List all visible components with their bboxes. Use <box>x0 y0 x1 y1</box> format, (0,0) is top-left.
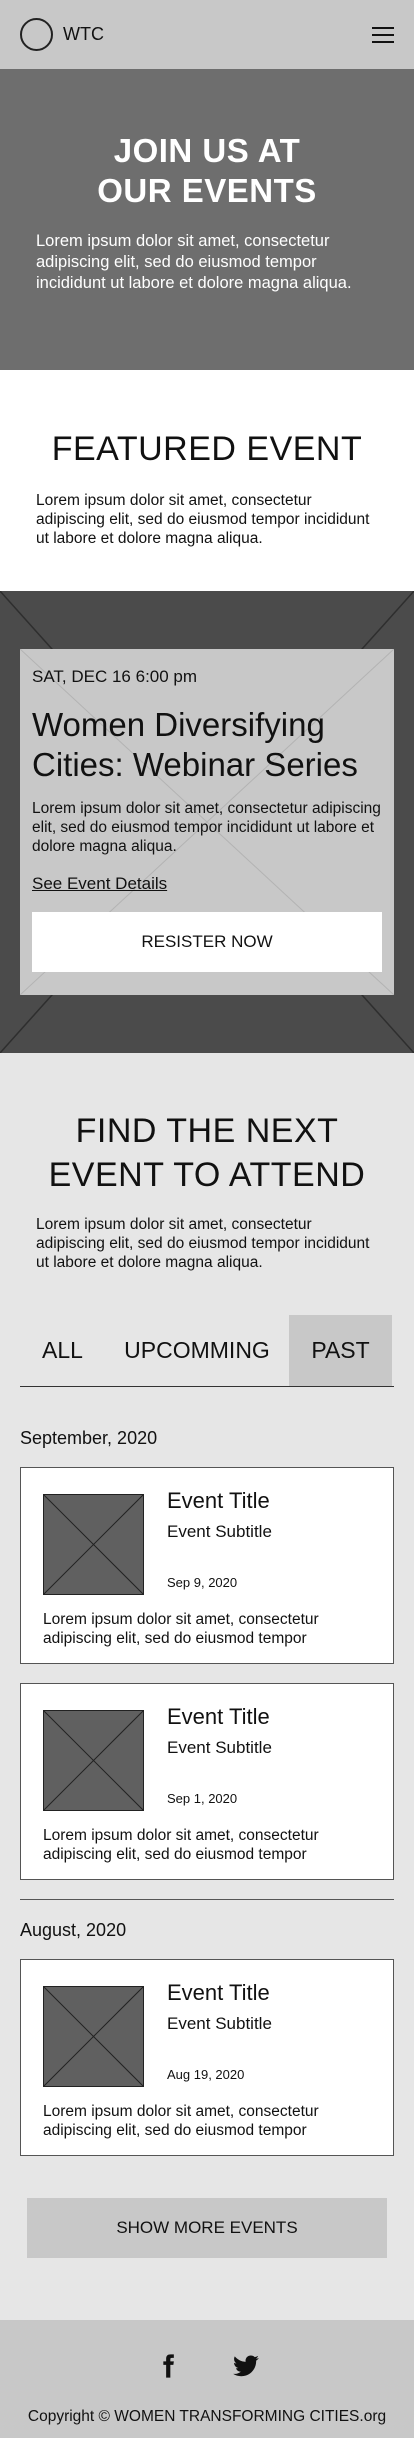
featured-event-card: SAT, DEC 16 6:00 pm Women Diversifying C… <box>20 649 394 995</box>
event-title: Event Title <box>167 1704 270 1729</box>
logo[interactable]: WTC <box>20 18 104 51</box>
find-event-intro: Lorem ipsum dolor sit amet, consectetur … <box>36 1216 370 1271</box>
tab-upcoming[interactable]: UPCOMMING <box>105 1315 289 1386</box>
event-description: Lorem ipsum dolor sit amet, consectetur … <box>43 2103 319 2139</box>
facebook-icon[interactable] <box>154 2352 182 2380</box>
event-date: Sep 9, 2020 <box>167 1575 238 1590</box>
hero-title-line2: OUR EVENTS <box>97 172 317 209</box>
hamburger-menu-icon[interactable] <box>372 26 394 43</box>
hero-title-line1: JOIN US AT <box>113 132 301 169</box>
hero-title: JOIN US AT OUR EVENTS <box>36 131 378 211</box>
featured-intro: Lorem ipsum dolor sit amet, consectetur … <box>36 492 370 547</box>
event-subtitle: Event Subtitle <box>167 1522 272 1541</box>
site-header: WTC <box>0 0 414 69</box>
month-heading: September, 2020 <box>20 1428 158 1448</box>
event-image-placeholder <box>43 1986 144 2087</box>
event-image-placeholder <box>43 1494 144 1595</box>
find-heading-line1: FIND THE NEXT <box>75 1112 339 1150</box>
month-divider <box>20 1899 394 1900</box>
find-heading-line2: EVENT TO ATTEND <box>48 1156 366 1194</box>
image-placeholder-icon <box>44 1987 143 2086</box>
featured-event-band: SAT, DEC 16 6:00 pm Women Diversifying C… <box>0 591 414 1053</box>
event-filter-tabs: ALL UPCOMMING PAST <box>20 1315 394 1387</box>
event-subtitle: Event Subtitle <box>167 1738 272 1757</box>
find-event-heading: FIND THE NEXT EVENT TO ATTEND <box>36 1109 378 1197</box>
hero-text: Lorem ipsum dolor sit amet, consectetur … <box>36 232 352 292</box>
copyright-text: Copyright © WOMEN TRANSFORMING CITIES.or… <box>27 2408 387 2425</box>
see-event-details-link[interactable]: See Event Details <box>32 874 167 894</box>
event-image-placeholder <box>43 1710 144 1811</box>
image-placeholder-icon <box>44 1495 143 1594</box>
event-description: Lorem ipsum dolor sit amet, consectetur … <box>43 1611 319 1647</box>
show-more-events-button[interactable]: SHOW MORE EVENTS <box>27 2198 387 2258</box>
event-description: Lorem ipsum dolor sit amet, consectetur … <box>43 1827 319 1863</box>
menu-bar <box>372 40 394 43</box>
featured-heading: FEATURED EVENT <box>51 430 363 468</box>
social-links <box>0 2352 414 2380</box>
find-event-section: FIND THE NEXT EVENT TO ATTEND Lorem ipsu… <box>0 1053 414 1313</box>
circle-logo-icon <box>20 18 53 51</box>
featured-event-date: SAT, DEC 16 6:00 pm <box>32 667 198 686</box>
image-placeholder-icon <box>44 1711 143 1810</box>
menu-bar <box>372 26 394 29</box>
event-title: Event Title <box>167 1980 270 2005</box>
hero-section: JOIN US AT OUR EVENTS Lorem ipsum dolor … <box>0 69 414 370</box>
event-title: Event Title <box>167 1488 270 1513</box>
event-card[interactable]: Event Title Event Subtitle Sep 9, 2020 L… <box>20 1467 394 1664</box>
month-heading: August, 2020 <box>20 1920 127 1940</box>
event-card[interactable]: Event Title Event Subtitle Sep 1, 2020 L… <box>20 1683 394 1880</box>
featured-heading-section: FEATURED EVENT Lorem ipsum dolor sit ame… <box>0 370 414 591</box>
event-subtitle: Event Subtitle <box>167 2014 272 2033</box>
tab-all[interactable]: ALL <box>20 1315 105 1386</box>
register-now-button[interactable]: RESISTER NOW <box>32 912 382 972</box>
site-footer: Copyright © WOMEN TRANSFORMING CITIES.or… <box>0 2320 414 2438</box>
twitter-icon[interactable] <box>232 2352 260 2380</box>
event-date: Aug 19, 2020 <box>167 2067 245 2082</box>
event-card[interactable]: Event Title Event Subtitle Aug 19, 2020 … <box>20 1959 394 2156</box>
featured-event-title: Women Diversifying Cities: Webinar Serie… <box>32 706 358 783</box>
tab-past[interactable]: PAST <box>289 1315 392 1386</box>
logo-text: WTC <box>63 24 104 44</box>
event-date: Sep 1, 2020 <box>167 1791 238 1806</box>
menu-bar <box>372 33 394 36</box>
featured-event-description: Lorem ipsum dolor sit amet, consectetur … <box>32 800 381 855</box>
